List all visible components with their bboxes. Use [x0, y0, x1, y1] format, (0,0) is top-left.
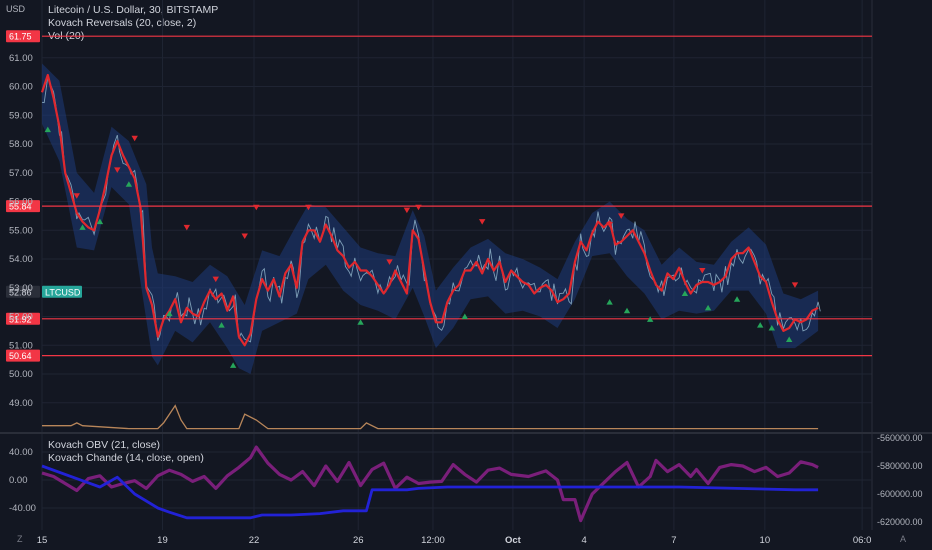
price-chart[interactable]: 61.7555.8451.9250.6452.86 LTCUSD49.0050.0… [0, 0, 932, 550]
time-axis-tick: 22 [249, 535, 260, 546]
obv-axis-tick: -580000.00 [877, 461, 923, 471]
envelope-band [42, 63, 819, 374]
obv-axis-tick: -600000.00 [877, 489, 923, 499]
price-axis-tick: 61.00 [9, 53, 33, 64]
price-axis-tick: 51.00 [9, 340, 33, 351]
reversal-down-marker [478, 219, 486, 225]
price-axis-tick: 55.00 [9, 225, 33, 236]
price-axis-tick: 59.00 [9, 110, 33, 121]
price-axis-tick: 58.00 [9, 139, 33, 150]
reversal-down-marker [183, 224, 191, 231]
volume-line [42, 404, 819, 430]
oscillator-axis-tick: -40.00 [9, 503, 36, 514]
reversal-up-marker [229, 362, 237, 368]
price-axis-tick: 49.00 [9, 398, 33, 409]
reversal-down-marker [415, 204, 422, 211]
oscillator-axis-tick: 0.00 [9, 475, 28, 486]
time-axis-tick: 4 [581, 535, 586, 546]
time-axis-tick: 10 [760, 535, 771, 546]
ticker-label: LTCUSD [45, 287, 81, 297]
price-axis-tick: 60.00 [9, 82, 33, 93]
time-axis-tick: 06:0 [853, 535, 872, 546]
price-axis-tick: 57.00 [9, 168, 33, 179]
reversal-up-marker [757, 322, 764, 328]
time-axis-tick: Oct [505, 535, 522, 546]
price-axis-tick: 50.00 [9, 369, 33, 380]
price-axis-tick: 53.00 [9, 283, 33, 294]
price-axis-tick: 56.00 [9, 197, 33, 208]
price-axis-tick: 54.00 [9, 254, 33, 265]
price-axis-tick: 52.00 [9, 312, 33, 323]
reversal-down-marker [791, 282, 799, 288]
price-level-label: 61.75 [9, 32, 32, 42]
obv-axis-tick: -620000.00 [877, 517, 923, 527]
time-axis-tick: 7 [671, 535, 676, 546]
time-axis-tick: 26 [353, 535, 364, 546]
reversal-up-marker [606, 299, 613, 305]
reversal-down-marker [131, 135, 138, 142]
reversal-down-marker [241, 233, 248, 239]
time-axis-tick: 15 [37, 535, 48, 546]
price-level-label: 50.64 [9, 351, 32, 361]
obv-axis-tick: -560000.00 [877, 433, 923, 443]
time-axis-tick: 12:00 [421, 535, 445, 546]
time-axis-tick: 19 [157, 535, 168, 546]
reversal-up-marker [733, 296, 741, 302]
reversal-down-marker [403, 207, 411, 214]
oscillator-axis-tick: 40.00 [9, 447, 33, 458]
reversal-up-marker [623, 307, 631, 314]
